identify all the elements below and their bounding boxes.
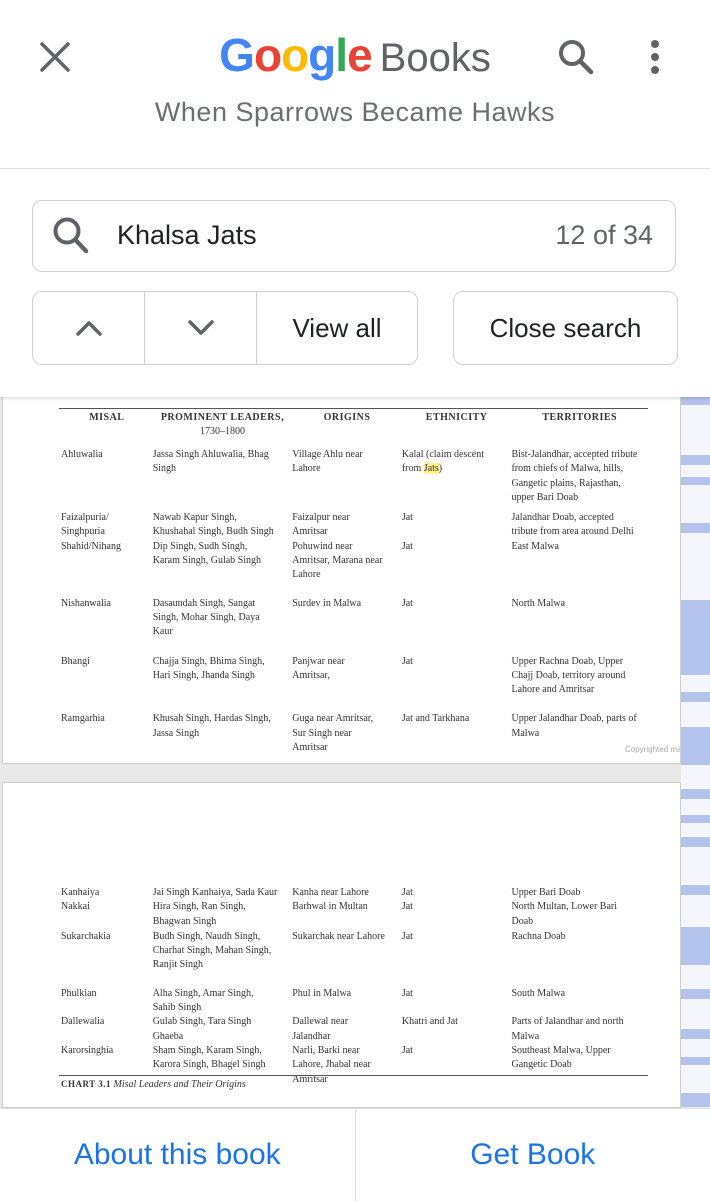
search-in-book-field[interactable]: Khalsa Jats 12 of 34 [32, 200, 676, 272]
next-result-button[interactable] [145, 292, 257, 364]
scrubber-mark [681, 989, 710, 999]
table-row: PhulkianAlha Singh, Amar Singh,Sahib Sin… [59, 987, 648, 1016]
close-search-button[interactable]: Close search [453, 291, 678, 365]
search-highlight[interactable]: Jats [424, 463, 439, 474]
table-row: SukarchakiaBudh Singh, Naudh Singh,Charh… [59, 930, 648, 973]
table-header: MISAL PROMINENT LEADERS, 1730–1800 ORIGI… [59, 411, 648, 439]
logo-letter: G [219, 29, 254, 81]
book-title: When Sparrows Became Hawks [0, 97, 710, 128]
chevron-up-icon [75, 319, 103, 337]
logo-letter: o [281, 29, 308, 81]
scrubber-mark [681, 815, 710, 823]
scrubber-mark [681, 927, 710, 965]
table-bottom-rule [59, 1075, 648, 1076]
logo-letter: e [347, 29, 372, 81]
search-icon [51, 215, 91, 257]
table-row: DallewaliaGulab Singh, Tara SinghGhaebaD… [59, 1015, 648, 1044]
previous-result-button[interactable] [33, 292, 145, 364]
column-header-territories: TERRITORIES [511, 411, 648, 439]
search-result-count: 12 of 34 [555, 220, 653, 251]
column-header-origins: ORIGINS [292, 411, 402, 439]
book-page[interactable]: KanhaiyaJai Singh Kanhaiya, Sada KaurKan… [2, 782, 681, 1108]
scrubber-mark [681, 885, 710, 895]
app-header: Google Books When Sparrows Became Hawks [0, 0, 710, 169]
get-book-button[interactable]: Get Book [356, 1109, 710, 1201]
logo-letter: l [335, 29, 347, 81]
scrubber-mark [681, 397, 710, 405]
table-row: Faizalpuria/SinghpuriaNawab Kapur Singh,… [59, 511, 648, 540]
bottom-action-bar: About this book Get Book [0, 1108, 710, 1201]
logo-letter: o [254, 29, 281, 81]
result-navigation: View all [32, 291, 418, 365]
about-this-book-button[interactable]: About this book [0, 1109, 355, 1201]
search-panel: Khalsa Jats 12 of 34 View all Close sear… [0, 169, 710, 397]
scrubber-mark [681, 1029, 710, 1039]
scrubber-mark [681, 1093, 710, 1107]
search-icon [557, 38, 595, 76]
chevron-down-icon [187, 319, 215, 337]
scrubber-mark [681, 692, 710, 702]
logo-google-word: Google [219, 28, 371, 82]
logo-books-word: Books [380, 36, 491, 81]
misal-table: MISAL PROMINENT LEADERS, 1730–1800 ORIGI… [59, 411, 648, 755]
table-row: Ahluwalia Jassa Singh Ahluwalia, Bhag Si… [59, 448, 648, 505]
table-row: Shahid/NihangDip Singh, Sudh Singh,Karam… [59, 540, 648, 583]
scrubber-mark [681, 523, 710, 533]
column-header-ethnicity: ETHNICITY [402, 411, 512, 439]
column-header-leaders: PROMINENT LEADERS, 1730–1800 [153, 411, 293, 439]
scrubber-mark [681, 727, 710, 765]
search-button[interactable] [548, 34, 604, 80]
table-row: RamgarhiaKhusah Singh, Hardas Singh,Jass… [59, 712, 648, 755]
scrubber-mark [681, 455, 710, 465]
copyright-notice: Copyrighted ma [625, 745, 681, 754]
chart-caption: CHART 3.1 Misal Leaders and Their Origin… [61, 1079, 246, 1090]
table-row: NishanwaliaDasaundah Singh, SangatSingh,… [59, 597, 648, 640]
table-row: NakkaiHira Singh, Ran Singh,Bhagwan Sing… [59, 900, 648, 929]
more-options-button[interactable] [630, 34, 680, 80]
scrubber-mark [681, 600, 710, 675]
scrubber-mark [681, 837, 710, 847]
table-top-rule [59, 408, 648, 409]
scrubber-mark [681, 477, 710, 485]
view-all-button[interactable]: View all [257, 292, 417, 364]
scrubber-mark [681, 1057, 710, 1065]
scrubber-mark [681, 789, 710, 799]
book-page[interactable]: MISAL PROMINENT LEADERS, 1730–1800 ORIGI… [2, 380, 681, 764]
table-row: BhangiChajja Singh, Bhima Singh,Hari Sin… [59, 655, 648, 698]
page-scrubber[interactable] [681, 397, 710, 1107]
misal-name: Ahluwalia [61, 449, 103, 460]
column-header-misal: MISAL [59, 411, 153, 439]
misal-table: KanhaiyaJai Singh Kanhaiya, Sada KaurKan… [59, 886, 648, 1087]
search-query-text[interactable]: Khalsa Jats [117, 220, 257, 251]
logo-letter: g [308, 29, 335, 81]
more-vert-icon [648, 39, 662, 75]
table-row: KanhaiyaJai Singh Kanhaiya, Sada KaurKan… [59, 886, 648, 900]
